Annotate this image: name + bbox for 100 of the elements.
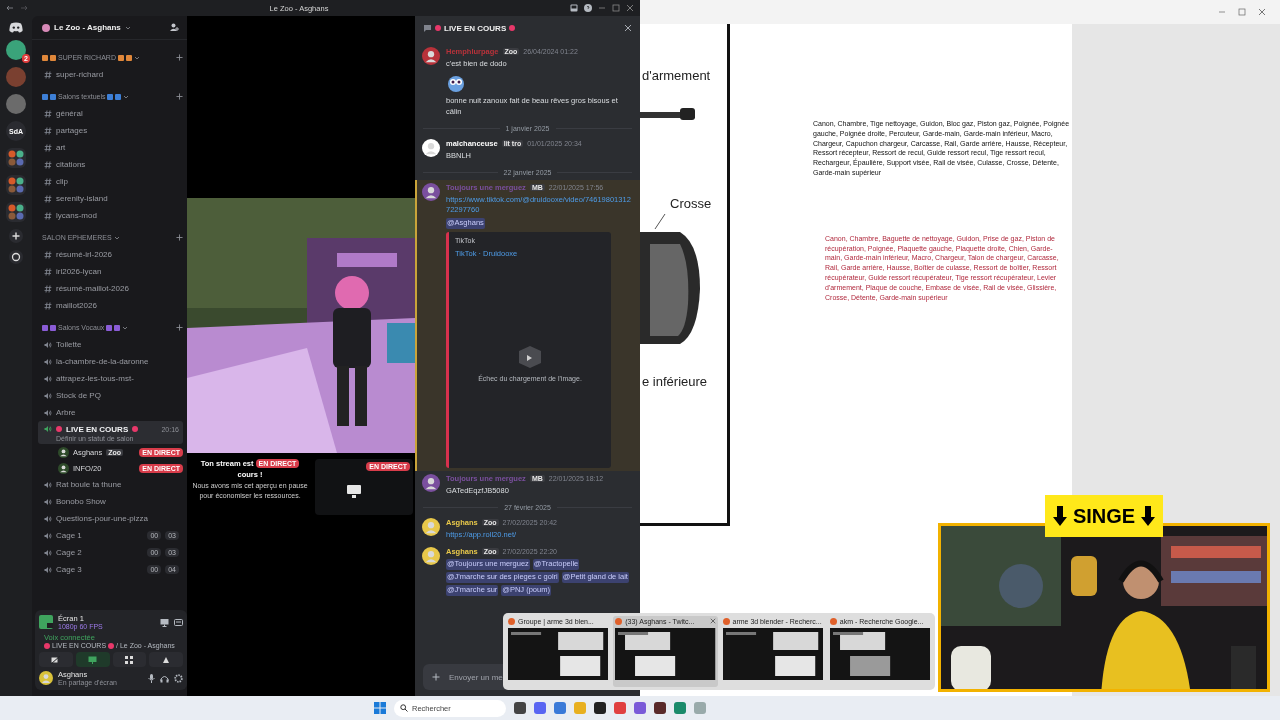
headphones-icon[interactable] — [160, 673, 169, 683]
channel-item[interactable]: serenity-island — [38, 190, 183, 207]
hash-icon — [44, 109, 52, 118]
taskbar-app-icon[interactable] — [514, 702, 526, 714]
add-server-icon[interactable] — [9, 229, 23, 243]
start-icon[interactable] — [374, 702, 386, 714]
hash-icon — [44, 284, 52, 293]
channel-name: Questions-pour-une-pizza — [56, 514, 150, 523]
microphone-icon[interactable] — [148, 673, 155, 683]
channel-name: clip — [56, 177, 69, 186]
channel-item[interactable]: résumé-maillot-2026 — [38, 280, 183, 297]
channel-item[interactable]: clip — [38, 173, 183, 190]
speaker-icon — [44, 340, 52, 349]
channel-name: Cage 1 — [56, 531, 83, 540]
broken-image-icon — [517, 344, 543, 369]
search-icon — [400, 703, 408, 712]
live-dot-icon — [44, 642, 50, 649]
channel-item[interactable]: lycans-mod — [38, 207, 183, 224]
channel-name: général — [56, 109, 84, 118]
plus-icon[interactable] — [176, 54, 183, 61]
server-folder-icon[interactable] — [6, 175, 26, 195]
activities-button[interactable] — [112, 652, 147, 667]
monitor-icon[interactable] — [160, 617, 169, 627]
hash-icon — [44, 250, 52, 259]
speaker-icon — [44, 480, 52, 489]
channel-item[interactable]: général — [38, 105, 183, 122]
camera-off-icon — [51, 655, 61, 664]
hash-icon — [44, 160, 52, 169]
taskbar-app-icon[interactable] — [594, 702, 606, 714]
speaker-icon — [44, 497, 52, 506]
channel-name: maillot2026 — [56, 301, 98, 310]
close-icon[interactable] — [709, 618, 716, 624]
channel-item[interactable]: attrapez-les-tous-mst- — [38, 370, 183, 387]
hash-icon — [44, 126, 52, 135]
screen-share-icon — [39, 615, 53, 629]
channel-item[interactable]: résumé-irl-2026 — [38, 246, 183, 263]
channel-item[interactable]: Stock de PQ — [38, 387, 183, 404]
channel-name: citations — [56, 160, 87, 169]
plus-icon[interactable] — [176, 234, 183, 241]
live-dot-icon — [509, 25, 516, 31]
channel-item[interactable]: la-chambre-de-la-daronne — [38, 353, 183, 370]
camera-off-button[interactable] — [39, 652, 73, 667]
avatar — [422, 546, 440, 565]
hash-icon — [44, 70, 52, 79]
hash-icon — [44, 267, 52, 276]
server-folder-icon[interactable] — [6, 148, 26, 168]
server-folder-icon[interactable] — [6, 202, 26, 222]
channel-name: Arbre — [56, 408, 77, 417]
back-icon[interactable] — [6, 5, 14, 11]
compass-icon[interactable] — [9, 250, 23, 264]
chat-title: LIVE EN COURS — [444, 23, 507, 33]
channel-name: irl2026-lycan — [56, 267, 103, 276]
banner-text: SINGE — [1072, 504, 1136, 528]
speaker-icon — [44, 357, 52, 366]
avatar — [422, 47, 440, 65]
channel-name: Toilette — [56, 340, 83, 349]
help-icon[interactable] — [584, 4, 592, 12]
chevron-icon — [113, 234, 120, 241]
server-name[interactable]: Le Zoo - Asghans — [54, 23, 121, 32]
channel-item[interactable]: Arbre — [38, 404, 183, 421]
channel-item[interactable]: super-richard — [38, 66, 183, 83]
channel-item[interactable]: irl2026-lycan — [38, 263, 183, 280]
screen-share-button[interactable] — [75, 652, 110, 667]
channel-item[interactable]: maillot2026 — [38, 297, 183, 314]
add-member-icon[interactable] — [170, 23, 179, 32]
channel-item[interactable]: citations — [38, 156, 183, 173]
browser-icon — [829, 618, 837, 625]
maximize-icon[interactable] — [612, 4, 620, 12]
down-arrow-icon — [1141, 506, 1156, 526]
channel-item[interactable]: Bonobo Show — [38, 493, 183, 510]
close-icon[interactable] — [1258, 8, 1266, 16]
channel-item[interactable]: partages — [38, 122, 183, 139]
inbox-icon[interactable] — [570, 4, 578, 12]
close-icon[interactable] — [626, 4, 634, 12]
taskbar-app-icon[interactable] — [654, 702, 666, 714]
grid-icon — [125, 655, 134, 664]
soundboard-button[interactable] — [149, 652, 183, 667]
discord-logo-icon[interactable] — [9, 22, 23, 33]
browser-icon — [508, 618, 515, 625]
server-icon — [42, 23, 50, 32]
chevron-icon — [133, 54, 140, 61]
channel-item[interactable]: Rat boule ta thune — [38, 476, 183, 493]
chevron-icon — [123, 93, 130, 100]
plus-icon[interactable] — [176, 324, 183, 331]
screen-share-icon — [88, 655, 98, 664]
channel-item[interactable]: Questions-pour-une-pizza — [38, 510, 183, 527]
channel-item[interactable]: art — [38, 139, 183, 156]
channel-name: Cage 2 — [56, 548, 83, 557]
speaker-icon — [44, 425, 52, 433]
plus-icon[interactable] — [432, 673, 440, 681]
channel-name: Bonobo Show — [56, 497, 107, 506]
plus-icon[interactable] — [176, 93, 183, 100]
browser-icon — [615, 618, 623, 625]
speaker-icon — [44, 408, 52, 417]
server-icon[interactable] — [6, 94, 26, 114]
close-icon[interactable] — [624, 24, 632, 32]
speaker-icon — [44, 514, 52, 523]
avatar — [422, 474, 440, 493]
monitor-icon — [347, 485, 361, 498]
channel-item[interactable]: Toilette — [38, 336, 183, 353]
